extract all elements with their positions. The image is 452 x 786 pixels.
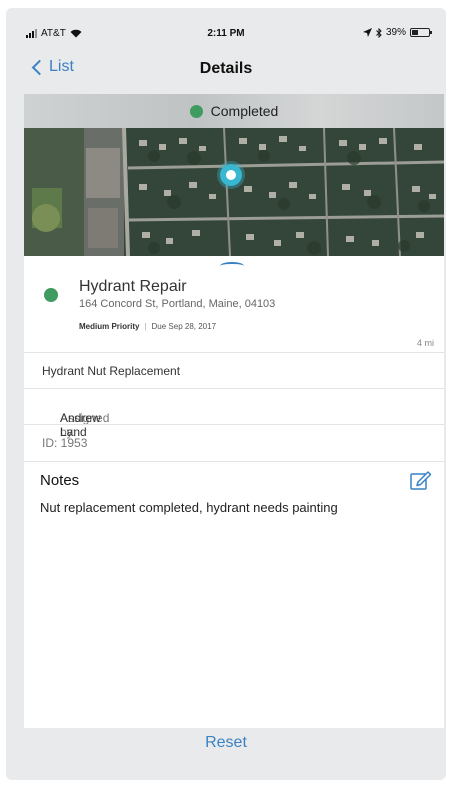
work-type: Hydrant Nut Replacement xyxy=(42,364,181,378)
map-view[interactable] xyxy=(24,128,444,256)
work-order-title: Hydrant Repair xyxy=(79,278,187,295)
location-pin-icon[interactable] xyxy=(220,164,242,186)
battery-icon xyxy=(410,28,432,37)
drag-handle[interactable] xyxy=(220,262,244,270)
page-title: Details xyxy=(199,60,253,77)
notes-text: Nut replacement completed, hydrant needs… xyxy=(40,500,338,515)
app-frame: AT&T 2:11 PM 39% List Details Completed xyxy=(6,8,446,780)
detail-row-assigned: Assigned by: Andrew Land xyxy=(24,388,444,439)
notes-heading: Notes xyxy=(40,472,80,489)
nav-bar: List Details xyxy=(6,46,446,92)
work-order-meta: Medium Priority | Due Sep 28, 2017 xyxy=(79,322,216,331)
status-banner: Completed xyxy=(24,94,444,128)
bluetooth-icon xyxy=(376,27,382,38)
location-arrow-icon xyxy=(362,28,372,37)
distance-label: 4 mi xyxy=(416,338,434,348)
status-right: 39% xyxy=(362,27,432,38)
due-date: Due Sep 28, 2017 xyxy=(151,322,217,331)
battery-percent: 39% xyxy=(385,27,406,38)
detail-row-id: ID: 1953 xyxy=(24,424,444,462)
details-panel: Hydrant Repair 164 Concord St, Portland,… xyxy=(24,256,444,728)
detail-row-type: Hydrant Nut Replacement xyxy=(24,352,444,389)
status-bar: AT&T 2:11 PM 39% xyxy=(6,8,446,42)
status-label: Completed xyxy=(210,103,279,119)
reset-button[interactable]: Reset xyxy=(6,734,446,752)
work-order-id: ID: 1953 xyxy=(42,436,88,450)
work-order-address: 164 Concord St, Portland, Maine, 04103 xyxy=(79,298,276,310)
aerial-map-image xyxy=(24,128,444,256)
status-dot-icon xyxy=(189,104,203,118)
edit-icon[interactable] xyxy=(410,470,432,490)
status-indicator-icon xyxy=(44,288,58,302)
priority-label: Medium Priority xyxy=(79,322,140,331)
meta-separator: | xyxy=(144,322,147,331)
